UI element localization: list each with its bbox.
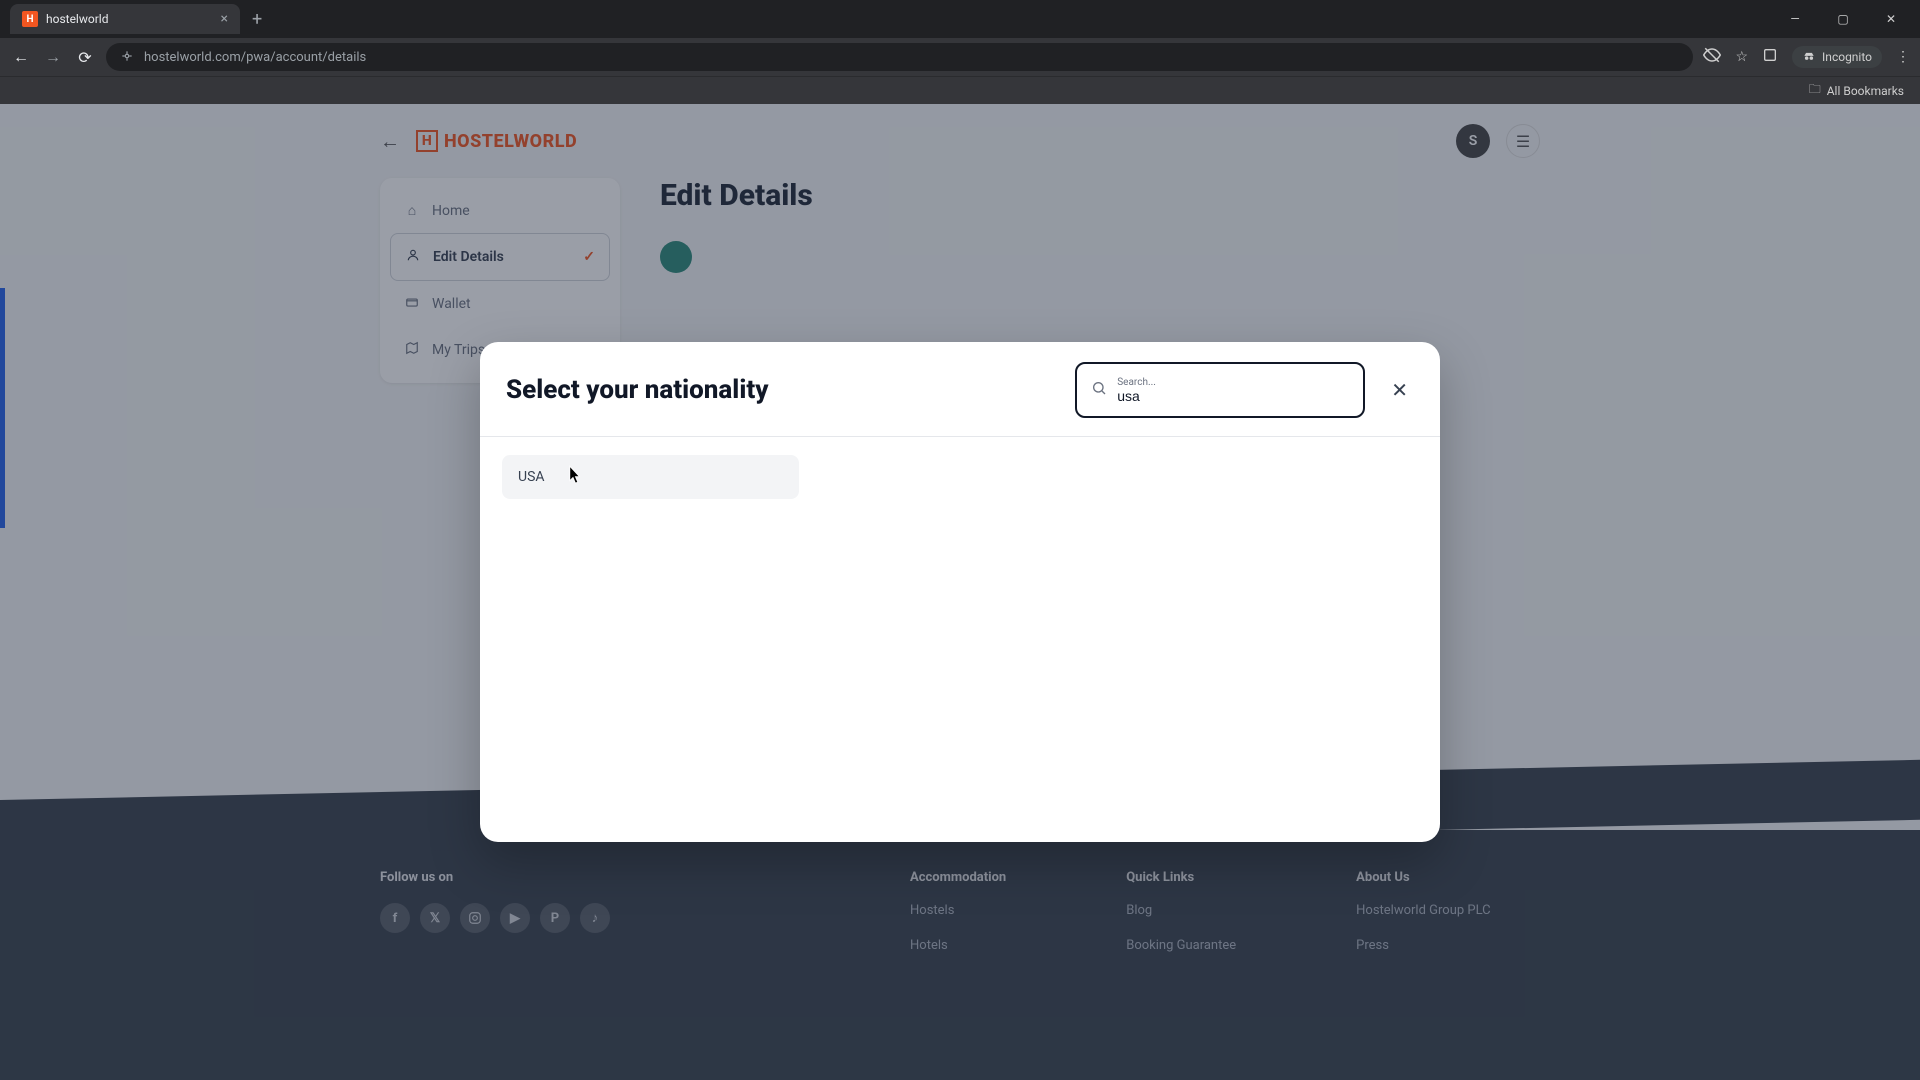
address-bar: ← → ⟳ hostelworld.com/pwa/account/detail… [0, 38, 1920, 76]
url-text: hostelworld.com/pwa/account/details [144, 50, 366, 65]
browser-tab-strip: H hostelworld × + ― ▢ ✕ [0, 0, 1920, 38]
incognito-badge[interactable]: Incognito [1792, 46, 1882, 68]
new-tab-button[interactable]: + [252, 9, 262, 30]
browser-tab[interactable]: H hostelworld × [10, 4, 240, 34]
window-controls: ― ▢ ✕ [1780, 12, 1920, 26]
site-settings-icon[interactable] [120, 49, 134, 66]
bookmark-star-icon[interactable]: ☆ [1735, 49, 1748, 65]
close-window-icon[interactable]: ✕ [1876, 12, 1906, 26]
search-input[interactable] [1117, 388, 1349, 404]
reload-icon[interactable]: ⟳ [74, 48, 96, 67]
nationality-search[interactable]: Search... [1075, 362, 1365, 418]
close-tab-icon[interactable]: × [221, 11, 228, 27]
tab-title: hostelworld [46, 12, 108, 26]
modal-title: Select your nationality [506, 375, 769, 405]
bookmarks-bar: 🗀 All Bookmarks [0, 76, 1920, 104]
kebab-menu-icon[interactable]: ⋮ [1896, 49, 1910, 65]
forward-icon: → [42, 47, 64, 67]
modal-overlay[interactable]: Select your nationality Search... ✕ USA [0, 104, 1920, 1080]
search-icon [1091, 380, 1107, 400]
nationality-option[interactable]: USA [502, 455, 799, 499]
all-bookmarks-link[interactable]: All Bookmarks [1827, 84, 1904, 98]
close-icon[interactable]: ✕ [1385, 372, 1414, 408]
eye-off-icon[interactable] [1703, 46, 1721, 68]
search-placeholder-label: Search... [1117, 377, 1349, 388]
incognito-label: Incognito [1822, 50, 1872, 64]
folder-icon: 🗀 [1809, 80, 1821, 101]
favicon-icon: H [22, 11, 38, 27]
url-field[interactable]: hostelworld.com/pwa/account/details [106, 43, 1693, 71]
nationality-modal: Select your nationality Search... ✕ USA [480, 342, 1440, 842]
minimize-icon[interactable]: ― [1780, 12, 1810, 26]
back-icon[interactable]: ← [10, 47, 32, 67]
extensions-icon[interactable] [1762, 47, 1778, 67]
maximize-icon[interactable]: ▢ [1828, 12, 1858, 26]
divider [480, 436, 1440, 437]
